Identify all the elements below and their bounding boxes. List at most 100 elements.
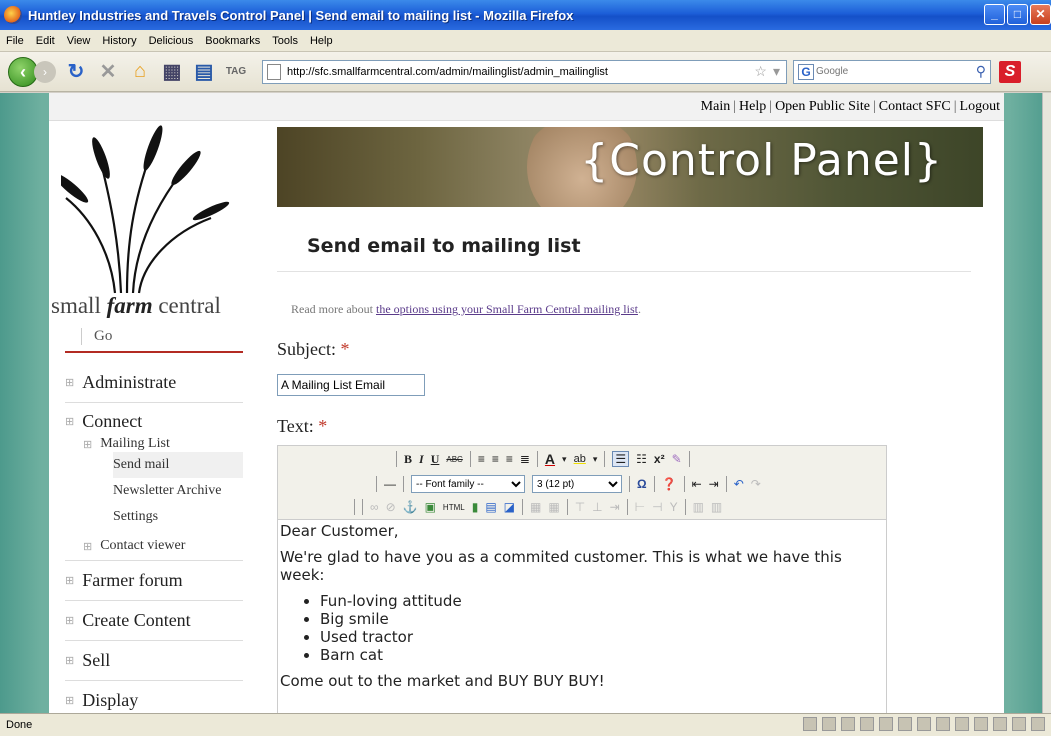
nav-help[interactable]: Help (739, 99, 766, 114)
sidebar-item-administrate[interactable]: ⊞ Administrate (65, 363, 243, 403)
italic-button[interactable]: I (419, 452, 424, 467)
home-icon[interactable]: ⌂ (128, 60, 152, 84)
split-cell-icon[interactable]: ▥ (693, 500, 704, 514)
menu-edit[interactable]: Edit (36, 35, 55, 47)
addon-icon[interactable] (993, 717, 1007, 731)
align-left-icon[interactable]: ≡ (478, 452, 485, 466)
subject-input[interactable] (277, 374, 425, 396)
insert-row-before-icon[interactable]: ⊤ (575, 500, 585, 514)
table-icon[interactable]: ▦ (530, 500, 541, 514)
menu-tools[interactable]: Tools (272, 35, 298, 47)
font-family-select[interactable]: -- Font family -- (411, 475, 525, 493)
addon-icon[interactable] (917, 717, 931, 731)
expand-icon[interactable]: ⊞ (65, 694, 74, 707)
sidebar-item-send-mail[interactable]: Send mail (113, 452, 243, 478)
indent-icon[interactable]: ⇥ (709, 477, 719, 491)
anchor-icon[interactable]: ⚓ (403, 500, 418, 514)
menu-bookmarks[interactable]: Bookmarks (205, 35, 260, 47)
go-link[interactable]: Go (81, 328, 112, 345)
address-bar[interactable]: ☆ ▾ (262, 59, 787, 84)
unlink-icon[interactable]: ⊘ (386, 500, 396, 514)
image-icon[interactable]: ▣ (425, 500, 436, 514)
addon-icon[interactable] (822, 717, 836, 731)
edit-icon[interactable]: ◪ (504, 500, 515, 514)
font-color-icon[interactable]: A (545, 451, 555, 467)
sidebar-item-display[interactable]: ⊞ Display (65, 681, 243, 713)
expand-icon[interactable]: ⊞ (83, 438, 92, 451)
addon-icon[interactable] (860, 717, 874, 731)
horizontal-rule-icon[interactable]: — (384, 477, 396, 491)
insert-row-after-icon[interactable]: ⊥ (592, 500, 602, 514)
menu-file[interactable]: File (6, 35, 24, 47)
html-icon[interactable]: HTML (443, 503, 465, 512)
align-right-icon[interactable]: ≡ (506, 452, 513, 466)
dropdown-arrow-icon[interactable]: ▾ (593, 454, 598, 465)
menu-delicious[interactable]: Delicious (149, 35, 194, 47)
sidebar-item-mailing-list[interactable]: ⊞ Mailing List (83, 436, 243, 452)
logo-image[interactable] (53, 123, 246, 295)
menu-history[interactable]: History (102, 35, 136, 47)
expand-icon[interactable]: ⊞ (65, 376, 74, 389)
menu-help[interactable]: Help (310, 35, 333, 47)
bullet-list-icon[interactable]: ☰ (612, 451, 630, 467)
preview-icon[interactable]: ▤ (485, 500, 496, 514)
addon-icon[interactable] (1031, 717, 1045, 731)
vertical-scrollbar[interactable] (1042, 93, 1051, 713)
addon-icon[interactable] (955, 717, 969, 731)
numbered-list-icon[interactable]: ☷ (636, 452, 647, 466)
star-icon[interactable]: ☆ (754, 63, 767, 80)
stop-icon[interactable]: ✕ (96, 60, 120, 84)
align-justify-icon[interactable]: ≣ (520, 452, 530, 466)
sidebar-item-settings[interactable]: Settings (113, 504, 243, 530)
addon-s-icon[interactable]: S (999, 60, 1021, 83)
delete-col-icon[interactable]: Y (670, 500, 678, 514)
addon-icon[interactable] (936, 717, 950, 731)
delicious-icon[interactable]: ▦ (160, 60, 184, 84)
maximize-button[interactable]: □ (1007, 4, 1028, 25)
close-button[interactable]: ✕ (1030, 4, 1051, 25)
sidebar-item-contact-viewer[interactable]: ⊞ Contact viewer (83, 538, 243, 554)
insert-col-before-icon[interactable]: ⊢ (635, 500, 645, 514)
help-icon[interactable]: ❓ (662, 477, 677, 491)
table-props-icon[interactable]: ▦ (548, 500, 559, 514)
sidebar-item-sell[interactable]: ⊞ Sell (65, 641, 243, 681)
merge-cell-icon[interactable]: ▥ (711, 500, 722, 514)
editor-body[interactable]: Dear Customer, We're glad to have you as… (278, 520, 886, 713)
addon-icon[interactable] (974, 717, 988, 731)
bookmark-icon[interactable]: ▤ (192, 60, 216, 84)
media-icon[interactable]: ▮ (472, 500, 479, 514)
expand-icon[interactable]: ⊞ (65, 654, 74, 667)
search-icon[interactable]: ⚲ (976, 63, 986, 80)
strikethrough-button[interactable]: ABC (446, 455, 462, 464)
tag-icon[interactable]: TAG (224, 60, 248, 84)
expand-icon[interactable]: ⊞ (83, 540, 92, 553)
font-size-select[interactable]: 3 (12 pt) (532, 475, 622, 493)
mail-icon[interactable] (841, 717, 855, 731)
nav-logout[interactable]: Logout (960, 99, 1000, 114)
addon-icon[interactable] (898, 717, 912, 731)
sidebar-item-newsletter-archive[interactable]: Newsletter Archive (113, 478, 243, 504)
expand-icon[interactable]: ⊞ (65, 614, 74, 627)
reload-icon[interactable]: ↻ (64, 60, 88, 84)
nav-contact-sfc[interactable]: Contact SFC (879, 99, 951, 114)
sidebar-item-connect[interactable]: ⊞ Connect (65, 403, 243, 432)
bold-button[interactable]: B (404, 452, 412, 467)
minimize-button[interactable]: _ (984, 4, 1005, 25)
search-input[interactable] (816, 66, 976, 77)
mailing-list-options-link[interactable]: the options using your Small Farm Centra… (376, 302, 638, 316)
dropdown-arrow-icon[interactable]: ▾ (562, 454, 567, 465)
delete-row-icon[interactable]: ⇥ (610, 500, 620, 514)
underline-button[interactable]: U (431, 452, 440, 467)
google-icon[interactable]: G (798, 63, 814, 80)
insert-col-after-icon[interactable]: ⊣ (652, 500, 662, 514)
special-char-icon[interactable]: Ω (637, 477, 647, 491)
superscript-icon[interactable]: x² (654, 452, 665, 466)
undo-icon[interactable]: ↶ (734, 477, 744, 491)
redo-icon[interactable]: ↷ (751, 477, 761, 491)
sidebar-item-farmer-forum[interactable]: ⊞ Farmer forum (65, 561, 243, 601)
nav-open-public-site[interactable]: Open Public Site (775, 99, 870, 114)
forward-button[interactable]: › (34, 60, 56, 83)
search-box[interactable]: G ⚲ (793, 59, 991, 84)
page-icon[interactable] (879, 717, 893, 731)
outdent-icon[interactable]: ⇤ (692, 477, 702, 491)
